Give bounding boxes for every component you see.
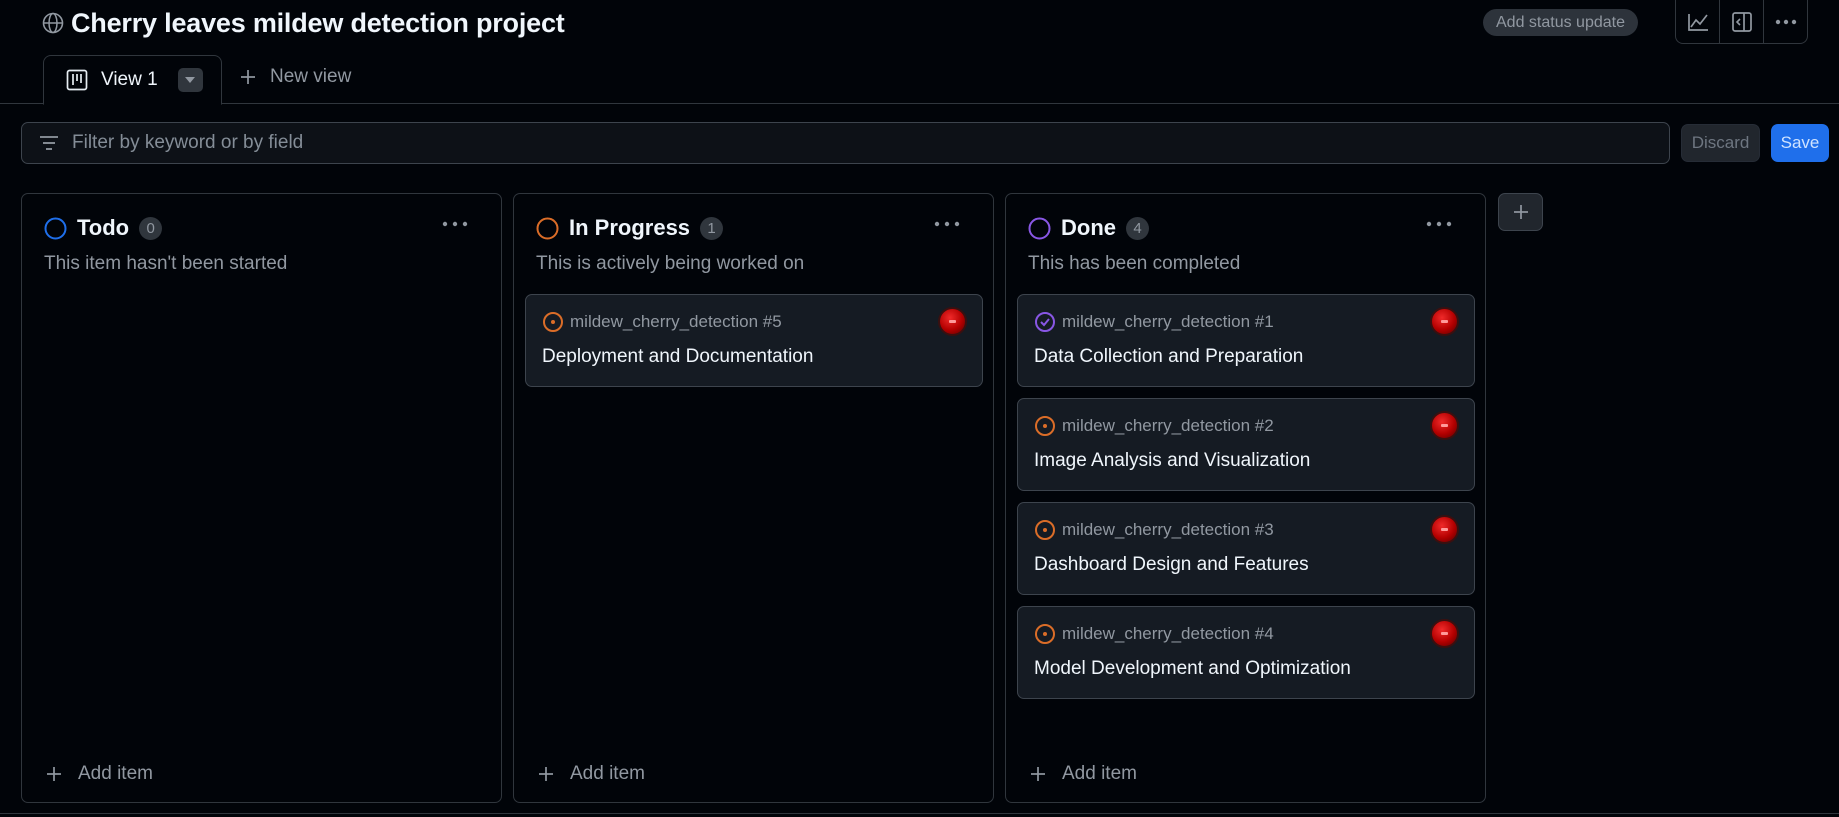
column-title: Done — [1061, 215, 1116, 240]
filter-icon — [40, 136, 58, 150]
insights-icon — [1687, 13, 1708, 31]
add-item-label: Add item — [1062, 763, 1137, 784]
plus-icon — [241, 70, 255, 84]
divider — [0, 813, 1839, 814]
tab-label: View 1 — [101, 69, 158, 90]
open-issue-icon — [1035, 416, 1055, 436]
plus-icon — [47, 767, 61, 781]
assignee-avatar[interactable] — [1430, 515, 1459, 544]
card-meta: mildew_cherry_detection #3 — [1034, 519, 1274, 541]
discard-button[interactable]: Discard — [1681, 124, 1760, 162]
issue-reference: mildew_cherry_detection #1 — [1062, 312, 1274, 331]
column-description: This is actively being worked on — [536, 253, 805, 274]
tab-view-1[interactable]: View 1 — [43, 55, 222, 105]
in-progress-status-icon — [536, 217, 559, 239]
todo-status-icon — [44, 217, 67, 239]
new-view-button[interactable]: New view — [240, 66, 351, 88]
assignee-avatar[interactable] — [1430, 307, 1459, 336]
issue-reference: mildew_cherry_detection #3 — [1062, 520, 1274, 539]
card-title[interactable]: Data Collection and Preparation — [1034, 346, 1303, 368]
issue-card[interactable]: mildew_cherry_detection #2 Image Analysi… — [1017, 398, 1475, 491]
column-menu-button[interactable] — [1425, 216, 1453, 232]
chevron-down-icon — [185, 77, 196, 83]
more-options-button[interactable] — [1764, 0, 1807, 43]
add-item-label: Add item — [570, 763, 645, 784]
open-issue-icon — [1035, 624, 1055, 644]
done-status-icon — [1028, 217, 1051, 239]
card-meta: mildew_cherry_detection #4 — [1034, 623, 1274, 645]
issue-reference: mildew_cherry_detection #5 — [570, 312, 782, 331]
issue-card[interactable]: mildew_cherry_detection #4 Model Develop… — [1017, 606, 1475, 699]
column-header: In Progress 1 — [536, 215, 724, 241]
board-icon — [66, 69, 88, 91]
filter-bar — [21, 122, 1670, 164]
column-count-badge: 1 — [700, 216, 724, 240]
plus-icon — [539, 767, 553, 781]
side-panel-icon — [1731, 11, 1752, 32]
issue-card[interactable]: mildew_cherry_detection #1 Data Collecti… — [1017, 294, 1475, 387]
column-title: In Progress — [569, 215, 691, 240]
save-button[interactable]: Save — [1771, 124, 1829, 162]
issue-card[interactable]: mildew_cherry_detection #3 Dashboard Des… — [1017, 502, 1475, 595]
card-meta: mildew_cherry_detection #1 — [1034, 311, 1274, 333]
globe-icon — [42, 12, 64, 34]
card-title[interactable]: Deployment and Documentation — [542, 346, 813, 368]
assignee-avatar[interactable] — [938, 307, 967, 336]
open-issue-icon — [1035, 520, 1055, 540]
closed-issue-icon — [1035, 312, 1055, 332]
project-title: Cherry leaves mildew detection project — [71, 8, 565, 38]
column-menu-button[interactable] — [441, 216, 469, 232]
add-column-button[interactable] — [1498, 193, 1543, 231]
add-item-label: Add item — [78, 763, 153, 784]
card-title[interactable]: Model Development and Optimization — [1034, 658, 1351, 680]
more-options-icon — [1426, 221, 1452, 227]
column-menu-button[interactable] — [933, 216, 961, 232]
card-title[interactable]: Image Analysis and Visualization — [1034, 450, 1310, 472]
column-count-badge: 0 — [139, 216, 163, 240]
new-view-label: New view — [270, 66, 352, 87]
assignee-avatar[interactable] — [1430, 619, 1459, 648]
column-header: Todo 0 — [44, 215, 163, 241]
column-header: Done 4 — [1028, 215, 1149, 241]
column-description: This has been completed — [1028, 253, 1241, 274]
add-item-button[interactable]: Add item — [1030, 763, 1137, 785]
column-todo: Todo 0 This item hasn't been started Add… — [21, 193, 502, 803]
more-options-icon — [442, 221, 468, 227]
column-in-progress: In Progress 1 This is actively being wor… — [513, 193, 994, 803]
column-count-badge: 4 — [1126, 216, 1149, 240]
column-title: Todo — [77, 215, 130, 240]
column-description: This item hasn't been started — [44, 253, 288, 274]
add-item-button[interactable]: Add item — [538, 763, 645, 785]
plus-icon — [1513, 205, 1528, 219]
assignee-avatar[interactable] — [1430, 411, 1459, 440]
insights-button[interactable] — [1676, 0, 1720, 43]
view-options-button[interactable] — [177, 68, 203, 92]
add-status-update-button[interactable]: Add status update — [1483, 9, 1638, 36]
more-options-icon — [1775, 19, 1796, 24]
issue-card[interactable]: mildew_cherry_detection #5 Deployment an… — [525, 294, 983, 387]
issue-reference: mildew_cherry_detection #2 — [1062, 416, 1274, 435]
open-issue-icon — [543, 312, 563, 332]
add-item-button[interactable]: Add item — [46, 763, 153, 785]
column-done: Done 4 This has been completed mildew_ch… — [1005, 193, 1486, 803]
side-panel-button[interactable] — [1720, 0, 1764, 43]
card-meta: mildew_cherry_detection #2 — [1034, 415, 1274, 437]
issue-reference: mildew_cherry_detection #4 — [1062, 624, 1274, 643]
more-options-icon — [934, 221, 960, 227]
project-header: Cherry leaves mildew detection project A… — [0, 0, 1839, 105]
filter-input[interactable] — [72, 132, 1572, 154]
card-title[interactable]: Dashboard Design and Features — [1034, 554, 1309, 576]
header-toolbar — [1675, 0, 1808, 44]
plus-icon — [1031, 767, 1045, 781]
card-meta: mildew_cherry_detection #5 — [542, 311, 782, 333]
